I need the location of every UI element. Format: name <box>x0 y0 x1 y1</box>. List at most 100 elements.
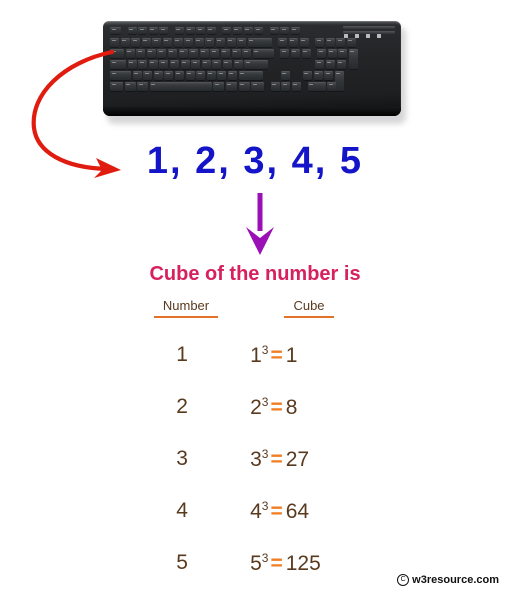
copyright-icon: C <box>397 574 410 586</box>
key-numpad-divide <box>325 38 335 47</box>
key-numpad-0 <box>307 82 326 91</box>
key-numpad-7 <box>317 49 327 58</box>
key-f11 <box>243 27 253 34</box>
key-spacer-arrows <box>269 71 279 80</box>
key-f6 <box>185 27 195 34</box>
table-header-row: Number Cube <box>132 298 378 321</box>
key-f3 <box>148 27 158 34</box>
key-menu <box>238 82 250 91</box>
equals-sign: = <box>270 344 283 367</box>
table-row: 4 43= 64 <box>132 499 378 551</box>
table-row: 1 13= 1 <box>132 343 378 395</box>
stop-icon <box>377 34 381 38</box>
cell-number: 4 <box>176 499 188 522</box>
key-page-down <box>301 49 311 58</box>
key-win-right <box>225 82 237 91</box>
key-shift-right <box>238 71 263 80</box>
key-3 <box>141 38 151 47</box>
key-ctrl-right <box>251 82 265 91</box>
key-o <box>210 49 220 58</box>
keyboard-row-numbers <box>110 38 356 47</box>
key-f9 <box>222 27 232 34</box>
key-f5 <box>174 27 184 34</box>
key-numpad-2 <box>313 71 323 80</box>
cube-value: 8 <box>285 396 298 419</box>
key-h <box>180 60 190 69</box>
key-num-lock <box>315 38 325 47</box>
equals-sign: = <box>270 552 283 575</box>
watermark: C w3resource.com <box>397 574 499 586</box>
cell-number: 1 <box>176 343 188 366</box>
key-comma <box>206 71 216 80</box>
key-delete <box>280 49 290 58</box>
key-arrow-left <box>270 82 280 91</box>
key-insert <box>278 38 288 47</box>
key-v <box>164 71 174 80</box>
key-home <box>288 38 298 47</box>
key-period <box>217 71 227 80</box>
key-k <box>201 60 211 69</box>
equals-sign: = <box>270 448 283 471</box>
key-semicolon <box>222 60 232 69</box>
key-i <box>199 49 209 58</box>
cube-value: 1 <box>285 344 298 367</box>
key-end <box>290 49 300 58</box>
volume-down-icon <box>355 34 359 38</box>
key-numpad-period <box>327 82 337 91</box>
key-f8 <box>206 27 216 34</box>
key-p <box>220 49 230 58</box>
key-f <box>159 60 169 69</box>
key-9 <box>205 38 215 47</box>
cube-value: 64 <box>285 500 310 523</box>
cube-base: 3 <box>250 448 262 471</box>
key-numpad-6 <box>336 60 346 69</box>
key-bracket-left <box>231 49 241 58</box>
keyboard-row-function <box>110 27 300 34</box>
key-f4 <box>159 27 169 34</box>
key-backtick <box>110 38 119 47</box>
key-f1 <box>127 27 137 34</box>
key-space <box>149 82 212 91</box>
key-f2 <box>138 27 148 34</box>
key-numpad-3 <box>324 71 334 80</box>
key-spacer-arrows-right <box>291 71 301 80</box>
key-equals <box>237 38 247 47</box>
equals-sign: = <box>270 500 283 523</box>
cell-cube: 43= 64 <box>232 499 378 524</box>
cell-number: 5 <box>176 551 188 574</box>
key-g <box>169 60 179 69</box>
cube-exponent: 3 <box>261 499 269 513</box>
key-minus <box>226 38 236 47</box>
key-numpad-1 <box>302 71 312 80</box>
key-numpad-5 <box>325 60 335 69</box>
key-r <box>157 49 167 58</box>
key-pause <box>290 27 300 34</box>
key-numpad-9 <box>338 49 348 58</box>
key-numpad-4 <box>315 60 325 69</box>
cube-value: 125 <box>285 552 321 575</box>
purple-down-arrow <box>238 193 282 255</box>
key-numpad-minus <box>346 38 356 47</box>
table-row: 2 23= 8 <box>132 395 378 447</box>
table-row: 5 53= 125 <box>132 551 378 603</box>
page-title: Cube of the number is <box>149 263 361 285</box>
cube-base: 2 <box>250 396 262 419</box>
key-numpad-plus <box>348 49 358 69</box>
key-alt-right <box>213 82 225 91</box>
mute-icon <box>344 34 348 38</box>
media-key-group <box>344 34 381 38</box>
keyboard-indicator-panel <box>343 26 395 38</box>
key-backslash <box>252 49 274 58</box>
key-4 <box>152 38 162 47</box>
key-y <box>178 49 188 58</box>
key-page-up <box>299 38 309 47</box>
key-print-screen <box>269 27 279 34</box>
cube-exponent: 3 <box>261 551 269 565</box>
key-slash <box>227 71 237 80</box>
input-sequence: 1, 2, 3, 4, 5 <box>146 140 364 182</box>
key-n <box>185 71 195 80</box>
key-c <box>153 71 163 80</box>
key-scroll-lock <box>280 27 290 34</box>
key-arrow-up <box>280 71 290 80</box>
equals-sign: = <box>270 396 283 419</box>
